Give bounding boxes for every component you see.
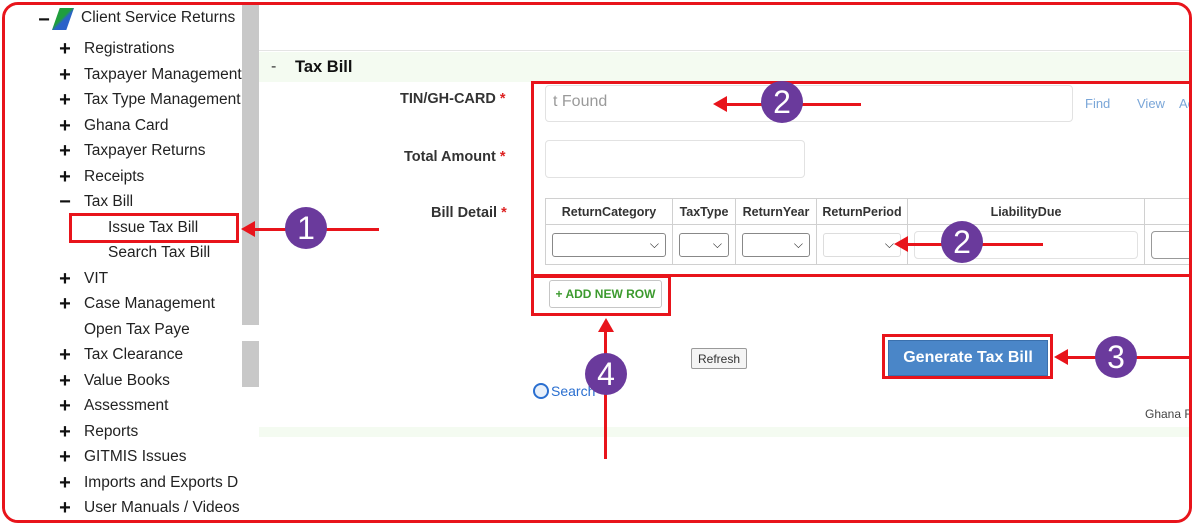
bill-detail-label-text: Bill Detail [431, 205, 498, 221]
sidebar-item-registrations[interactable]: + Registrations [5, 37, 242, 61]
collapse-icon[interactable]: − [58, 192, 72, 212]
sidebar-item-label: User Manuals / Videos [84, 499, 240, 516]
section-collapse-icon[interactable]: - [271, 58, 276, 76]
sidebar-item-label: Tax Type Management [84, 91, 241, 108]
sidebar-item-case-management[interactable]: + Case Management [5, 292, 242, 316]
sidebar-item-label: Imports and Exports D [84, 473, 239, 491]
collapse-icon[interactable]: − [37, 10, 51, 30]
sidebar-item-reports[interactable]: + Reports [5, 420, 242, 444]
search-link[interactable]: Search [533, 383, 595, 399]
expand-icon[interactable]: + [58, 167, 72, 187]
sidebar-item-label: VIT [84, 269, 109, 287]
step-badge-2: 2 [761, 81, 803, 123]
step-badge-2: 2 [941, 221, 983, 263]
app-window: − Client Service Returns + Registrations +… [2, 2, 1192, 523]
expand-icon[interactable]: + [58, 371, 72, 391]
sidebar-item-label: Receipts [84, 167, 145, 185]
expand-icon[interactable]: + [58, 294, 72, 314]
annotation-arrow [604, 331, 607, 459]
sidebar-item-imports-and-exports[interactable]: + Imports and Exports D [5, 471, 242, 495]
expand-icon[interactable]: + [58, 498, 72, 518]
sidebar-item-gitmis-issues[interactable]: + GITMIS Issues [5, 445, 242, 469]
sidebar-item-tax-bill[interactable]: − Tax Bill [5, 190, 242, 214]
sidebar-item-label: Taxpayer Returns [84, 142, 206, 159]
sidebar-item-taxpayer-returns[interactable]: + Taxpayer Returns [5, 139, 242, 163]
sidebar-item-open-tax-paye[interactable]: Open Tax Paye [5, 318, 242, 342]
section-header: - Tax Bill [259, 52, 1189, 82]
expand-icon[interactable]: + [58, 269, 72, 289]
sidebar-item-label: Reports [84, 422, 139, 440]
sidebar-item-label: Search Tax Bill [108, 244, 211, 261]
required-mark: * [499, 91, 506, 107]
sidebar-scrollbar[interactable] [242, 5, 259, 520]
arrow-head-icon [598, 318, 614, 332]
gra-logo-icon [52, 8, 74, 30]
expand-icon[interactable]: + [58, 422, 72, 442]
required-mark: * [499, 149, 506, 165]
highlight-generate [882, 334, 1053, 379]
sidebar-item-label: Case Management [84, 295, 215, 312]
sidebar-item-receipts[interactable]: + Receipts [5, 165, 242, 189]
step-badge-1: 1 [285, 207, 327, 249]
required-mark: * [501, 205, 507, 221]
top-strip [259, 5, 1189, 51]
expand-icon[interactable]: + [58, 116, 72, 136]
footer-text: Ghana R [1145, 407, 1192, 421]
sidebar-tree: − Client Service Returns + Registrations +… [5, 5, 242, 520]
sidebar-item-label: Tax Bill [84, 193, 134, 210]
sidebar-item-label: Open Tax Paye [84, 320, 190, 338]
highlight-form-area [531, 81, 1189, 277]
expand-icon[interactable]: + [58, 396, 72, 416]
sidebar-item-tax-clearance[interactable]: + Tax Clearance [5, 343, 242, 367]
footer-band [259, 427, 1189, 437]
expand-icon[interactable]: + [58, 473, 72, 493]
refresh-button[interactable]: Refresh [691, 348, 747, 369]
sidebar-item-label: GITMIS Issues [84, 448, 187, 465]
expand-icon[interactable]: + [58, 65, 72, 85]
section-title: Tax Bill [295, 58, 353, 76]
expand-icon[interactable]: + [58, 39, 72, 59]
sidebar-item-search-tax-bill[interactable]: Search Tax Bill [5, 241, 242, 265]
sidebar-item-tax-type-management[interactable]: + Tax Type Management [5, 88, 242, 112]
sidebar-item-assessment[interactable]: + Assessment [5, 394, 242, 418]
arrow-head-icon [713, 96, 727, 112]
total-amount-label-text: Total Amount [404, 149, 496, 165]
tin-label-text: TIN/GH-CARD [400, 91, 496, 107]
arrow-head-icon [1054, 349, 1068, 365]
sidebar-item-ghana-card[interactable]: + Ghana Card [5, 114, 242, 138]
sidebar-item-label: Tax Clearance [84, 346, 184, 363]
sidebar-item-label: Assessment [84, 397, 169, 414]
sidebar-item-user-manuals-videos[interactable]: + User Manuals / Videos [5, 496, 242, 520]
step-badge-4: 4 [585, 353, 627, 395]
search-icon [533, 383, 549, 399]
expand-icon[interactable]: + [58, 141, 72, 161]
expand-icon[interactable]: + [58, 90, 72, 110]
total-amount-label: Total Amount * [404, 149, 505, 165]
scrollbar-thumb[interactable] [242, 341, 259, 387]
arrow-head-icon [894, 236, 908, 252]
sidebar-item-taxpayer-management[interactable]: + Taxpayer Management [5, 63, 242, 87]
sidebar-item-label: Taxpayer Management [84, 65, 242, 83]
sidebar-item-label: Ghana Card [84, 116, 169, 134]
tin-label: TIN/GH-CARD * [400, 91, 506, 107]
sidebar-item-label: Registrations [84, 40, 175, 57]
sidebar-root-label[interactable]: Client Service Returns [81, 9, 235, 27]
arrow-head-icon [241, 221, 255, 237]
highlight-add-row [531, 275, 671, 316]
step-badge-3: 3 [1095, 336, 1137, 378]
sidebar-item-label: Value Books [84, 371, 170, 389]
sidebar-item-vit[interactable]: + VIT [5, 267, 242, 291]
scrollbar-thumb[interactable] [242, 5, 259, 325]
highlight-issue-tax-bill [69, 213, 239, 243]
sidebar-item-value-books[interactable]: + Value Books [5, 369, 242, 393]
expand-icon[interactable]: + [58, 345, 72, 365]
bill-detail-label: Bill Detail * [431, 205, 507, 221]
expand-icon[interactable]: + [58, 447, 72, 467]
